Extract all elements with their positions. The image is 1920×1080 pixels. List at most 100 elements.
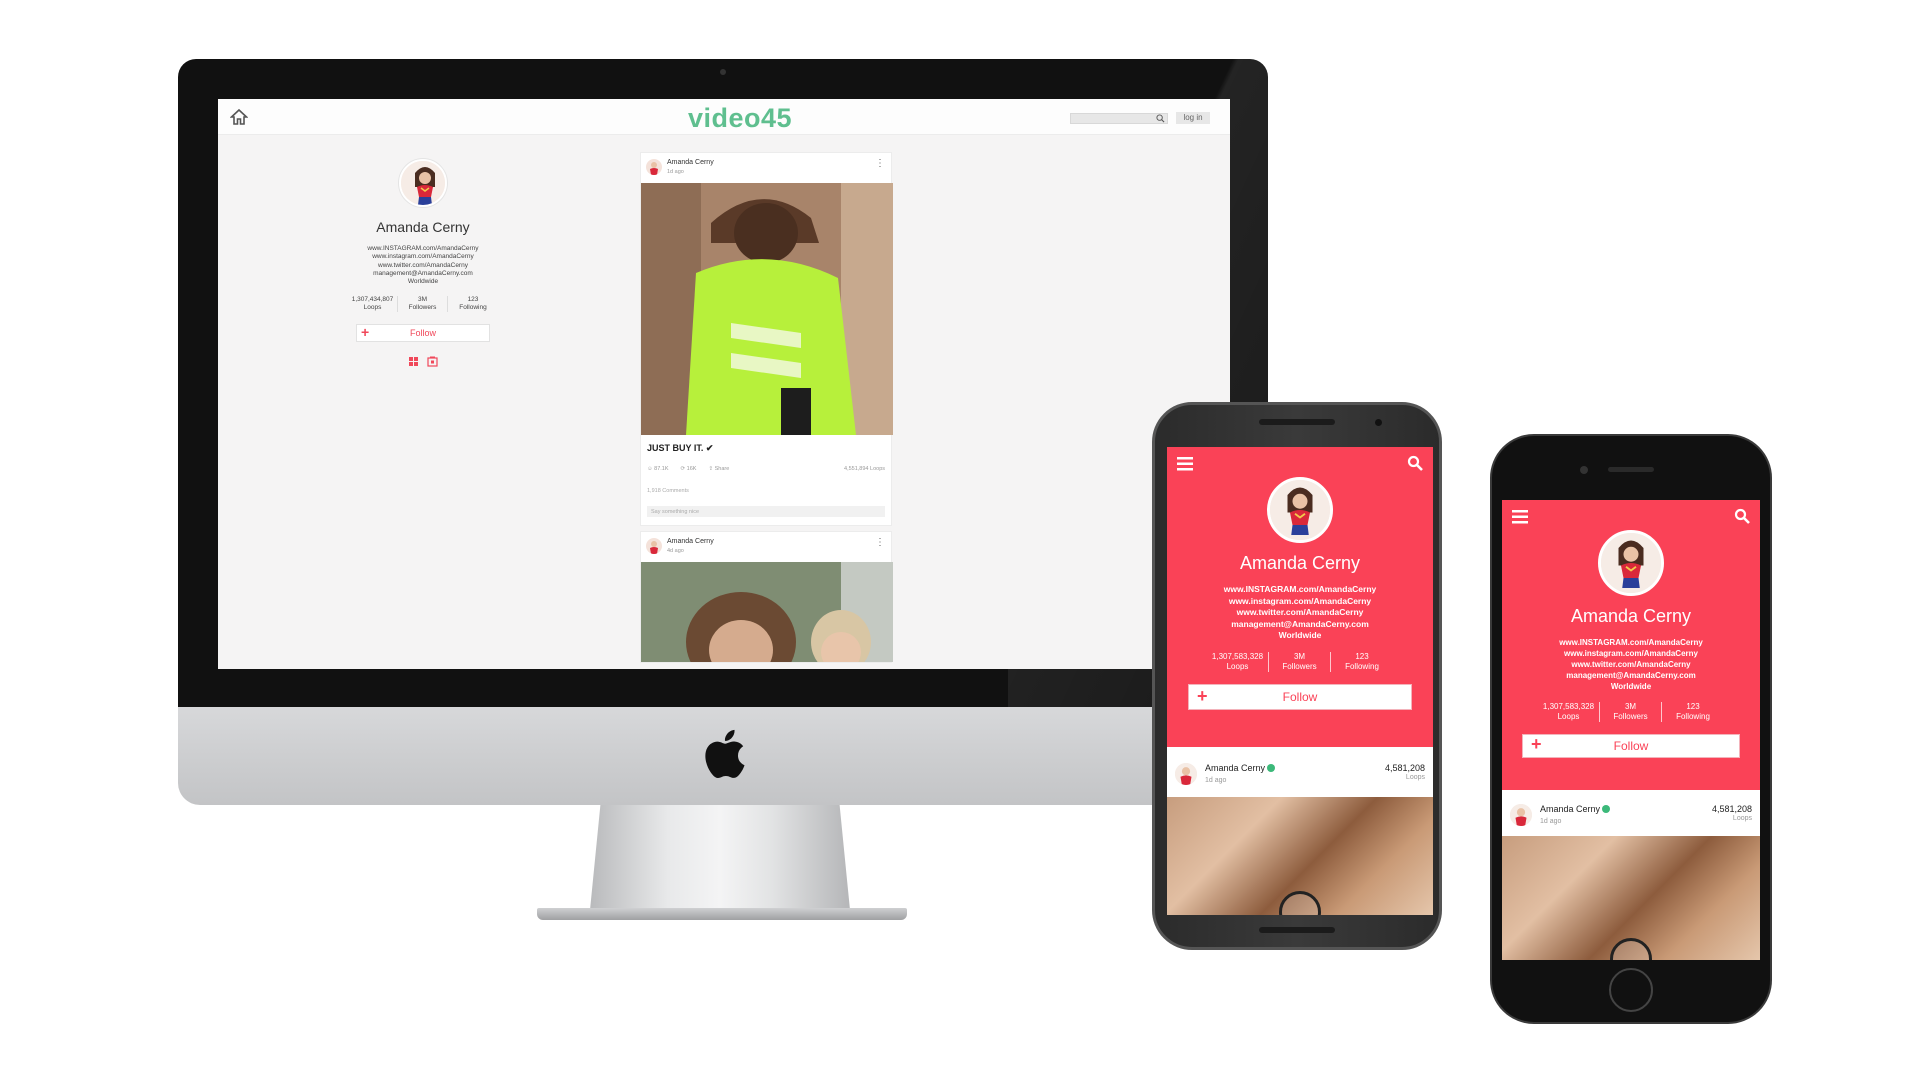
grid-view-icon[interactable] xyxy=(408,356,419,367)
brand-logo[interactable]: video45 xyxy=(688,103,792,134)
post-avatar[interactable] xyxy=(1175,763,1197,785)
bio-line[interactable]: www.twitter.com/AmandaCerny xyxy=(1167,607,1433,619)
post-username[interactable]: Amanda Cerny xyxy=(1205,763,1276,773)
play-button-icon[interactable] xyxy=(1610,938,1652,960)
loop-count: 4,581,208 xyxy=(1384,763,1425,773)
iphone-camera xyxy=(1580,466,1588,474)
post-video[interactable] xyxy=(641,562,893,662)
bio-line: Worldwide xyxy=(1278,630,1322,640)
bio-line[interactable]: management@AmandaCerny.com xyxy=(1502,670,1760,681)
bio-line[interactable]: www.twitter.com/AmandaCerny xyxy=(298,262,548,270)
stat-following[interactable]: 123 Following xyxy=(1331,652,1393,672)
home-icon[interactable] xyxy=(230,108,248,126)
profile-name: Amanda Cerny xyxy=(376,219,470,235)
search-icon[interactable] xyxy=(1407,455,1423,471)
bio-line[interactable]: www.instagram.com/AmandaCerny xyxy=(1502,648,1760,659)
post-avatar[interactable] xyxy=(646,538,662,554)
stat-followers[interactable]: 3M Followers xyxy=(398,296,448,313)
repost-action[interactable]: ⟳ 16K xyxy=(681,466,697,472)
post-card: Amanda Cerny 4d ago ⋮ xyxy=(640,531,893,663)
post-header: Amanda Cerny 1d ago ⋮ xyxy=(641,153,891,183)
comments-link[interactable]: 1,918 Comments xyxy=(641,480,891,502)
avatar-figure-icon xyxy=(1270,480,1330,540)
post-header: Amanda Cerny 1d ago 4,581,208 Loops xyxy=(1502,796,1760,836)
stat-value: 123 xyxy=(1355,651,1369,661)
hamburger-menu-icon[interactable] xyxy=(1177,457,1193,471)
bio-line[interactable]: www.instagram.com/AmandaCerny xyxy=(1167,596,1433,608)
follow-label: Follow xyxy=(409,328,436,339)
play-button-icon[interactable] xyxy=(1279,891,1321,915)
post-username[interactable]: Amanda Cerny xyxy=(1540,804,1611,814)
desktop-search-input[interactable] xyxy=(1070,113,1168,124)
apple-logo-icon xyxy=(705,729,745,779)
search-icon[interactable] xyxy=(1156,114,1165,123)
loop-label: Loops xyxy=(1732,815,1752,822)
bio-line[interactable]: www.INSTAGRAM.com/AmandaCerny xyxy=(1502,637,1760,648)
more-options-icon[interactable]: ⋮ xyxy=(875,159,885,169)
bio-line[interactable]: www.INSTAGRAM.com/AmandaCerny xyxy=(1167,584,1433,596)
desktop-feed: Amanda Cerny 1d ago ⋮ JUST BUY IT. ✔ ☺ 8… xyxy=(640,152,893,668)
bio-line[interactable]: management@AmandaCerny.com xyxy=(1167,619,1433,631)
post-video[interactable] xyxy=(641,183,893,435)
list-view-icon[interactable] xyxy=(427,356,438,368)
android-speaker xyxy=(1259,419,1335,425)
view-toggle xyxy=(298,356,548,368)
search-icon[interactable] xyxy=(1734,508,1750,524)
stat-followers[interactable]: 3M Followers xyxy=(1269,651,1331,672)
post-actions: ☺ 87.1K ⟳ 16K ⇪ Share 4,551,894 Loops xyxy=(641,458,891,480)
device-mockup-stage: video45 log in Amanda Cerny www.INSTAGRA… xyxy=(0,0,1920,1080)
bio-line[interactable]: www.INSTAGRAM.com/AmandaCerny xyxy=(298,245,548,253)
post-avatar[interactable] xyxy=(646,159,662,175)
avatar-figure-icon xyxy=(1601,533,1661,593)
bio-line[interactable]: management@AmandaCerny.com xyxy=(298,270,548,278)
stat-label: Loops xyxy=(1557,712,1580,721)
share-action[interactable]: ⇪ Share xyxy=(708,466,729,472)
follow-label: Follow xyxy=(1282,689,1318,704)
post-username[interactable]: Amanda Cerny xyxy=(667,538,714,545)
follow-button[interactable]: + Follow xyxy=(356,324,490,343)
post-username[interactable]: Amanda Cerny xyxy=(667,159,714,166)
post-avatar[interactable] xyxy=(1510,804,1532,826)
share-label: Share xyxy=(714,466,730,472)
stat-followers[interactable]: 3M Followers xyxy=(1600,702,1662,722)
bio-line: Worldwide xyxy=(407,278,439,286)
hamburger-menu-icon[interactable] xyxy=(1512,510,1528,524)
loop-count: 4,551,894 Loops xyxy=(844,466,885,472)
follow-button[interactable]: + Follow xyxy=(1522,734,1740,758)
verified-icon xyxy=(1602,804,1611,813)
bio-line[interactable]: www.instagram.com/AmandaCerny xyxy=(298,253,548,261)
comment-input[interactable]: Say something nice xyxy=(647,506,885,517)
stat-following[interactable]: 123 Following xyxy=(1662,702,1724,722)
bio-line[interactable]: www.twitter.com/AmandaCerny xyxy=(1502,659,1760,670)
profile-name: Amanda Cerny xyxy=(1239,553,1361,573)
avatar[interactable] xyxy=(1267,477,1333,543)
avatar[interactable] xyxy=(1598,530,1664,596)
avatar[interactable] xyxy=(399,159,447,207)
post-video[interactable] xyxy=(1167,797,1433,915)
stat-value: 123 xyxy=(1686,702,1700,711)
post-video[interactable] xyxy=(1502,836,1760,960)
home-button[interactable] xyxy=(1609,968,1653,1012)
imac-stand-neck xyxy=(590,805,850,910)
avatar-figure-icon xyxy=(401,161,445,205)
follow-button[interactable]: + Follow xyxy=(1188,683,1412,710)
post-card: Amanda Cerny 1d ago ⋮ JUST BUY IT. ✔ ☺ 8… xyxy=(640,152,893,526)
login-button[interactable]: log in xyxy=(1176,112,1210,124)
more-options-icon[interactable]: ⋮ xyxy=(875,538,885,548)
desktop-profile: Amanda Cerny www.INSTAGRAM.com/AmandaCer… xyxy=(298,159,548,368)
profile-name: Amanda Cerny xyxy=(1570,606,1692,626)
post-caption: JUST BUY IT. ✔ xyxy=(647,443,714,453)
desktop-topbar: video45 log in xyxy=(218,99,1230,135)
stat-value: 3M xyxy=(417,296,428,304)
stat-value: 1,307,583,328 xyxy=(1211,651,1264,661)
android-phone: Amanda Cerny www.INSTAGRAM.com/AmandaCer… xyxy=(1152,402,1442,950)
verified-icon xyxy=(1267,763,1276,772)
post-time: 1d ago xyxy=(667,169,684,175)
loop-label: Loops xyxy=(1405,774,1425,781)
stat-following[interactable]: 123 Following xyxy=(448,296,498,312)
imac-camera xyxy=(720,69,726,75)
stat-label: Followers xyxy=(1613,712,1648,721)
like-action[interactable]: ☺ 87.1K xyxy=(647,466,669,472)
stat-loops: 1,307,583,328 Loops xyxy=(1207,651,1269,672)
android-speaker xyxy=(1259,927,1335,933)
